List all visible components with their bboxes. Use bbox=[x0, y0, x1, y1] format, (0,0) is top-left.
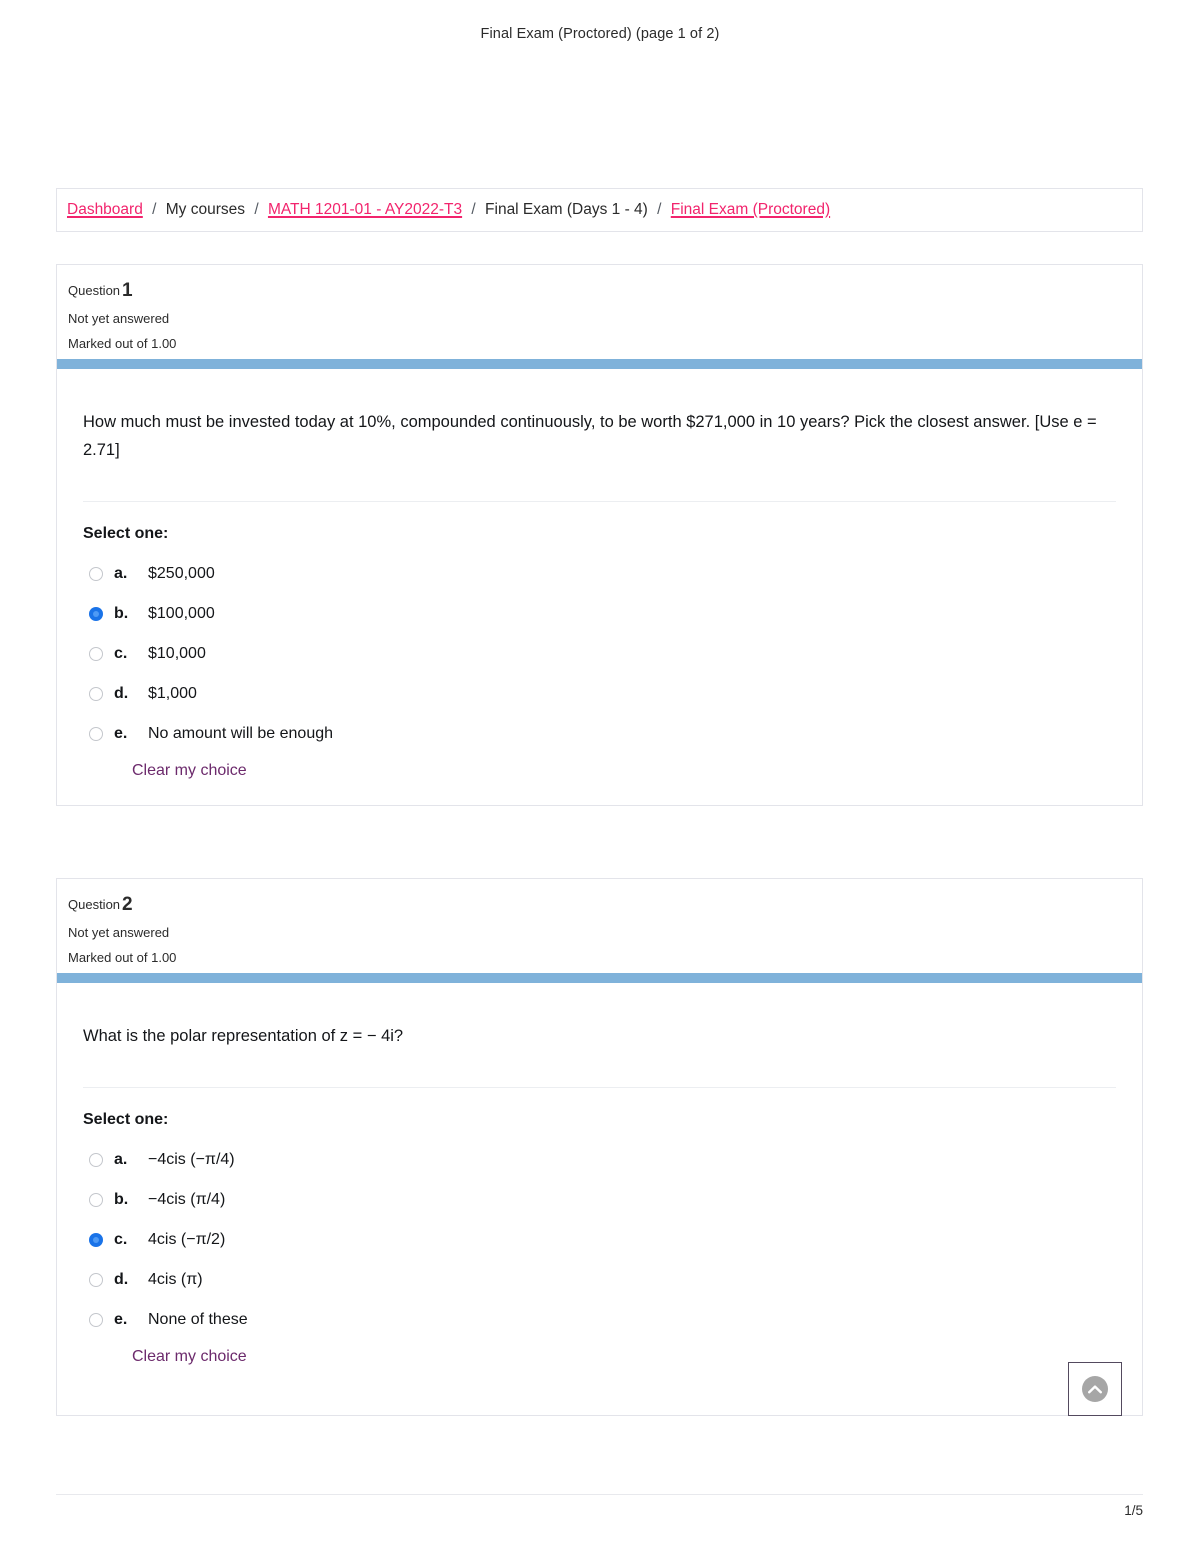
footer-page-number: 1/5 bbox=[1124, 1503, 1143, 1518]
scroll-to-top-button[interactable] bbox=[1068, 1362, 1122, 1416]
answer-option-2a[interactable]: a. −4cis (−π/4) bbox=[89, 1140, 1116, 1180]
radio-1c[interactable] bbox=[89, 646, 103, 661]
answer-letter: b. bbox=[114, 604, 129, 622]
question-text-2: What is the polar representation of z = … bbox=[83, 1027, 404, 1046]
radio-1d[interactable] bbox=[89, 686, 103, 701]
radio-2e[interactable] bbox=[89, 1312, 103, 1327]
answer-text: $250,000 bbox=[148, 564, 215, 582]
question-text-1: How much must be invested today at 10%, … bbox=[83, 413, 1097, 459]
question-number-label: Question bbox=[68, 897, 121, 912]
answer-option-1b[interactable]: b. $100,000 bbox=[89, 594, 1116, 634]
answer-text: No amount will be enough bbox=[148, 724, 334, 742]
answer-text: 4cis (π) bbox=[148, 1270, 203, 1288]
question-marks-2: Marked out of 1.00 bbox=[68, 949, 177, 965]
answer-option-1a[interactable]: a. $250,000 bbox=[89, 554, 1116, 594]
breadcrumb-item-dashboard[interactable]: Dashboard bbox=[67, 201, 143, 218]
answer-text: None of these bbox=[148, 1310, 248, 1328]
question-info-2: Question 2 Not yet answered Marked out of… bbox=[57, 879, 1142, 964]
question-accent-bar bbox=[57, 973, 1142, 984]
breadcrumb-separator: / bbox=[657, 201, 662, 219]
answer-text: $1,000 bbox=[148, 684, 197, 702]
radio-1a[interactable] bbox=[89, 566, 103, 581]
question-marks-1: Marked out of 1.00 bbox=[68, 335, 177, 351]
answer-letter: e. bbox=[114, 1310, 128, 1328]
question-body-2: What is the polar representation of z = … bbox=[57, 983, 1142, 1366]
radio-2c[interactable] bbox=[89, 1232, 103, 1247]
question-card-2: Question 2 Not yet answered Marked out of… bbox=[56, 878, 1143, 1416]
question-number-label: Question bbox=[68, 283, 121, 298]
select-one-label-1: Select one: bbox=[83, 524, 169, 542]
radio-2d[interactable] bbox=[89, 1272, 103, 1287]
question-number-value: 2 bbox=[122, 894, 133, 915]
answer-option-1e[interactable]: e. No amount will be enough bbox=[89, 714, 1116, 754]
answer-option-2e[interactable]: e. None of these bbox=[89, 1300, 1116, 1340]
question-number-value: 1 bbox=[122, 280, 133, 301]
answer-list-2: Select one: a. −4cis (−π/4) b. −4cis (π/… bbox=[83, 1088, 1116, 1366]
answer-text: −4cis (−π/4) bbox=[148, 1150, 235, 1168]
question-number-1: Question 1 bbox=[68, 281, 1142, 301]
answer-option-1c[interactable]: c. $10,000 bbox=[89, 634, 1116, 674]
page-title: Final Exam (Proctored) (page 1 of 2) bbox=[480, 26, 720, 42]
question-body-1: How much must be invested today at 10%, … bbox=[57, 369, 1142, 779]
clear-my-choice-link-1[interactable]: Clear my choice bbox=[132, 762, 247, 780]
clear-my-choice-link-2[interactable]: Clear my choice bbox=[132, 1348, 247, 1366]
answer-letter: e. bbox=[114, 724, 128, 742]
question-state-1: Not yet answered bbox=[68, 310, 170, 326]
answer-option-2d[interactable]: d. 4cis (π) bbox=[89, 1260, 1116, 1300]
answer-letter: c. bbox=[114, 644, 128, 662]
radio-2b[interactable] bbox=[89, 1192, 103, 1207]
chevron-up-icon bbox=[1082, 1376, 1108, 1402]
answer-list-1: Select one: a. $250,000 b. $100,000 c. $… bbox=[83, 502, 1116, 780]
breadcrumb-item-final-exam-days: Final Exam (Days 1 - 4) bbox=[485, 201, 648, 219]
footer-divider bbox=[56, 1494, 1143, 1495]
breadcrumb-separator: / bbox=[254, 201, 259, 219]
breadcrumb-container: Dashboard / My courses / MATH 1201-01 - … bbox=[56, 188, 1143, 232]
question-card-1: Question 1 Not yet answered Marked out of… bbox=[56, 264, 1143, 806]
answer-letter: a. bbox=[114, 1150, 128, 1168]
question-accent-bar bbox=[57, 359, 1142, 370]
answer-text: $10,000 bbox=[148, 644, 206, 662]
breadcrumb-separator: / bbox=[152, 201, 157, 219]
breadcrumb-separator: / bbox=[471, 201, 476, 219]
radio-1b[interactable] bbox=[89, 606, 103, 621]
breadcrumb-item-my-courses: My courses bbox=[165, 201, 246, 219]
breadcrumb-item-final-exam-proctored[interactable]: Final Exam (Proctored) bbox=[671, 201, 830, 218]
answer-option-2b[interactable]: b. −4cis (π/4) bbox=[89, 1180, 1116, 1220]
breadcrumb-item-course[interactable]: MATH 1201-01 - AY2022-T3 bbox=[268, 201, 462, 218]
answer-option-2c[interactable]: c. 4cis (−π/2) bbox=[89, 1220, 1116, 1260]
answer-text: 4cis (−π/2) bbox=[148, 1230, 226, 1248]
question-state-2: Not yet answered bbox=[68, 924, 170, 940]
answer-option-1d[interactable]: d. $1,000 bbox=[89, 674, 1116, 714]
breadcrumb: Dashboard / My courses / MATH 1201-01 - … bbox=[57, 202, 830, 218]
answer-letter: d. bbox=[114, 684, 129, 702]
radio-1e[interactable] bbox=[89, 726, 103, 741]
answer-letter: d. bbox=[114, 1270, 129, 1288]
question-info-1: Question 1 Not yet answered Marked out of… bbox=[57, 265, 1142, 350]
answer-text: $100,000 bbox=[148, 604, 215, 622]
select-one-label-2: Select one: bbox=[83, 1110, 169, 1128]
radio-2a[interactable] bbox=[89, 1152, 103, 1167]
question-number-2: Question 2 bbox=[68, 895, 1142, 915]
answer-text: −4cis (π/4) bbox=[148, 1190, 226, 1208]
answer-letter: b. bbox=[114, 1190, 129, 1208]
answer-letter: c. bbox=[114, 1230, 128, 1248]
answer-letter: a. bbox=[114, 564, 128, 582]
